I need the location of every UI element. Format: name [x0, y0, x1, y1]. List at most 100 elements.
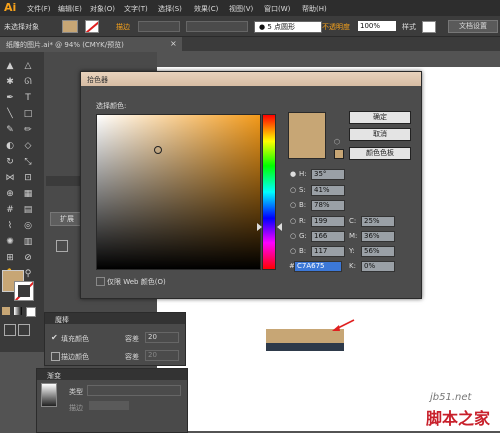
- web-only-label[interactable]: 仅限 Web 颜色(O): [107, 277, 166, 287]
- blend-tool-icon[interactable]: ◎: [22, 220, 34, 232]
- mesh-tool-icon[interactable]: #: [4, 204, 16, 216]
- selection-tool-icon[interactable]: ▲: [4, 60, 16, 72]
- stroke-color-box[interactable]: [14, 281, 34, 301]
- gradient-type-label: 类型: [69, 388, 83, 396]
- gradient-tool-icon[interactable]: ▤: [22, 204, 34, 216]
- pencil-tool-icon[interactable]: ✏: [22, 124, 34, 136]
- hex-field[interactable]: C7A675: [294, 261, 342, 272]
- tolerance-field[interactable]: 20: [145, 332, 179, 343]
- screen-mode-icon[interactable]: [18, 324, 30, 336]
- saturation-brightness-field[interactable]: [96, 114, 261, 270]
- y-field[interactable]: 56%: [361, 246, 395, 257]
- b-field[interactable]: 78%: [311, 200, 345, 211]
- gradient-mode-icon[interactable]: [14, 307, 22, 315]
- fill-swatch[interactable]: [62, 20, 78, 33]
- c-field[interactable]: 25%: [361, 216, 395, 227]
- m-field[interactable]: 36%: [361, 231, 395, 242]
- r-field[interactable]: 199: [311, 216, 345, 227]
- align-icon[interactable]: [56, 240, 68, 252]
- brush-select[interactable]: ● 5 点圆形: [254, 21, 322, 33]
- menu-view[interactable]: 视图(V): [229, 4, 253, 14]
- stroke-label[interactable]: 描边: [116, 22, 130, 32]
- draw-normal-icon[interactable]: [4, 324, 16, 336]
- artboard-tool-icon[interactable]: ⊞: [4, 252, 16, 264]
- document-setup-button[interactable]: 文档设置: [448, 20, 498, 33]
- menu-object[interactable]: 对象(O): [90, 4, 115, 14]
- magic-wand-tool-icon[interactable]: ✱: [4, 76, 16, 88]
- menu-edit[interactable]: 编辑(E): [58, 4, 82, 14]
- line-tool-icon[interactable]: ╲: [4, 108, 16, 120]
- eraser-tool-icon[interactable]: ◇: [22, 140, 34, 152]
- scale-tool-icon[interactable]: ⤡: [22, 156, 34, 168]
- h-radio-icon[interactable]: ●: [290, 170, 296, 178]
- opacity-label[interactable]: 不透明度: [322, 22, 350, 32]
- blob-brush-tool-icon[interactable]: ◐: [4, 140, 16, 152]
- dark-rectangle[interactable]: [266, 343, 344, 351]
- hue-slider[interactable]: [262, 114, 276, 270]
- column-graph-tool-icon[interactable]: ▥: [22, 236, 34, 248]
- s-radio-icon[interactable]: ○: [290, 186, 296, 194]
- gamut-warning-icon[interactable]: ⬡: [334, 138, 340, 146]
- slice-tool-icon[interactable]: ⊘: [22, 252, 34, 264]
- h-field[interactable]: 35°: [311, 169, 345, 180]
- gradient-type-select[interactable]: [87, 385, 181, 396]
- shape-builder-tool-icon[interactable]: ⊕: [4, 188, 16, 200]
- opacity-field[interactable]: 100%: [358, 21, 396, 31]
- none-mode-icon[interactable]: [26, 307, 36, 317]
- menu-effect[interactable]: 效果(C): [194, 4, 218, 14]
- stroke-color-checkbox[interactable]: [51, 352, 60, 361]
- color-mode-icon[interactable]: [2, 307, 10, 315]
- free-transform-tool-icon[interactable]: ⊡: [22, 172, 34, 184]
- b-radio-icon[interactable]: ○: [290, 201, 296, 209]
- lasso-tool-icon[interactable]: ᘏ: [22, 76, 34, 88]
- expand-button[interactable]: 扩展: [50, 212, 84, 226]
- stroke-color-option[interactable]: 描边颜色: [61, 352, 89, 362]
- blue-radio-icon[interactable]: ○: [290, 247, 296, 255]
- blue-label: B:: [299, 247, 307, 255]
- document-tab[interactable]: 纸雕的图片.ai* @ 94% (CMYK/预览) ×: [0, 37, 182, 51]
- style-swatch[interactable]: [422, 21, 436, 33]
- menu-type[interactable]: 文字(T): [124, 4, 148, 14]
- menu-file[interactable]: 文件(F): [27, 4, 51, 14]
- direct-selection-tool-icon[interactable]: △: [22, 60, 34, 72]
- close-icon[interactable]: ×: [170, 39, 177, 48]
- fill-color-option[interactable]: 填充颜色: [61, 334, 89, 344]
- r-radio-icon[interactable]: ○: [290, 217, 296, 225]
- color-picker-cursor[interactable]: [154, 146, 162, 154]
- cancel-button[interactable]: 取消: [349, 128, 411, 141]
- s-field[interactable]: 41%: [311, 185, 345, 196]
- k-field[interactable]: 0%: [361, 261, 395, 272]
- ok-button[interactable]: 确定: [349, 111, 411, 124]
- r-label: R:: [299, 217, 307, 225]
- menu-select[interactable]: 选择(S): [158, 4, 182, 14]
- c-label: C:: [349, 217, 357, 225]
- pen-tool-icon[interactable]: ✒: [4, 92, 16, 104]
- type-tool-icon[interactable]: T: [22, 92, 34, 104]
- web-only-checkbox[interactable]: [96, 277, 105, 286]
- stroke-tolerance-field[interactable]: 20: [145, 350, 179, 361]
- blue-field[interactable]: 117: [311, 246, 345, 257]
- color-swatches-button[interactable]: 颜色色板: [349, 147, 411, 160]
- gradient-stroke-options[interactable]: [89, 401, 129, 410]
- menu-window[interactable]: 窗口(W): [264, 4, 290, 14]
- stroke-tolerance-label: 容差: [125, 353, 139, 361]
- hue-left-marker-icon[interactable]: [257, 223, 262, 231]
- eyedropper-tool-icon[interactable]: ⌇: [4, 220, 16, 232]
- paintbrush-tool-icon[interactable]: ✎: [4, 124, 16, 136]
- rectangle-tool-icon[interactable]: □: [22, 108, 34, 120]
- check-icon[interactable]: ✔: [51, 333, 58, 342]
- g-field[interactable]: 166: [311, 231, 345, 242]
- g-radio-icon[interactable]: ○: [290, 232, 296, 240]
- symbol-sprayer-tool-icon[interactable]: ✺: [4, 236, 16, 248]
- gradient-swatch[interactable]: [41, 383, 57, 407]
- width-tool-icon[interactable]: ⋈: [4, 172, 16, 184]
- variable-width-field[interactable]: [186, 21, 248, 32]
- control-bar: 未选择对象 描边 ● 5 点圆形 不透明度 100% 样式 文档设置: [0, 16, 500, 37]
- menu-help[interactable]: 帮助(H): [302, 4, 327, 14]
- rotate-tool-icon[interactable]: ↻: [4, 156, 16, 168]
- stroke-weight-field[interactable]: [138, 21, 180, 32]
- perspective-grid-tool-icon[interactable]: ▦: [22, 188, 34, 200]
- hue-right-marker-icon[interactable]: [277, 223, 282, 231]
- gamut-swatch[interactable]: [334, 149, 344, 159]
- stroke-swatch[interactable]: [85, 20, 99, 33]
